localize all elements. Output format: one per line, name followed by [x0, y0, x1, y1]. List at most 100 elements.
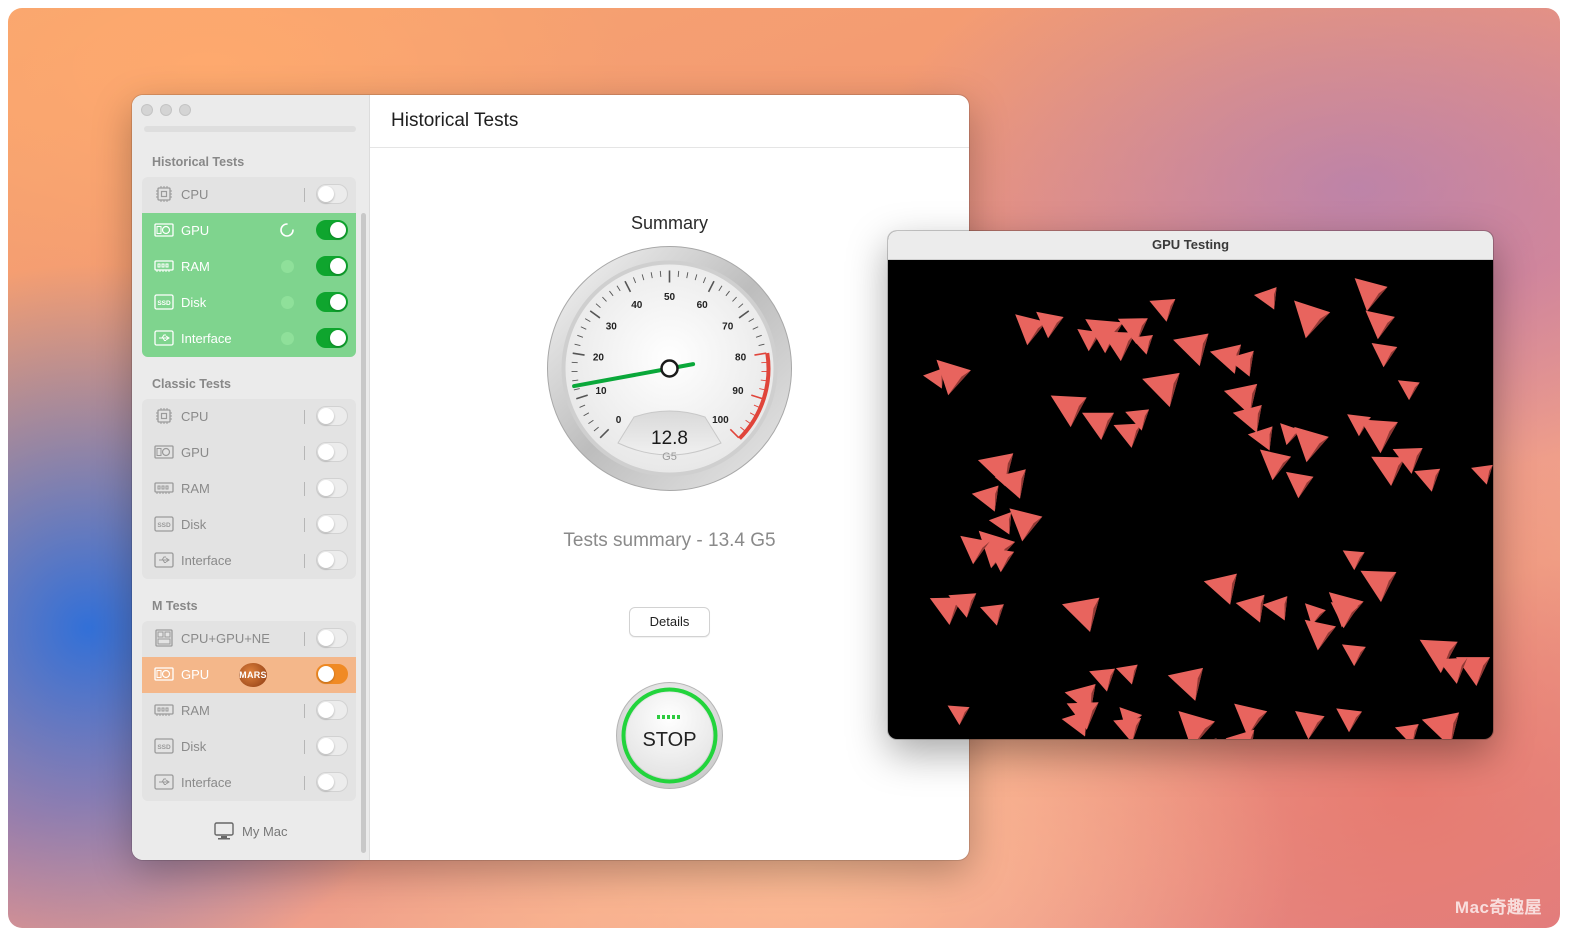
sidebar-item-label: CPU — [181, 187, 209, 202]
item-separator — [304, 188, 305, 202]
sidebar-item-label: Interface — [181, 775, 232, 790]
triangle-face — [1365, 310, 1395, 340]
triangle-face — [1295, 711, 1325, 739]
test-toggle[interactable] — [316, 442, 348, 462]
sidebar-item-ram[interactable]: RAM — [142, 249, 356, 285]
render-triangle — [1050, 395, 1087, 428]
sidebar-item-disk[interactable]: SSD Disk — [142, 507, 356, 543]
gauge-value: 12.8 — [651, 428, 688, 449]
stop-button[interactable] — [615, 681, 724, 790]
triangle-face — [1050, 395, 1087, 428]
test-toggle[interactable] — [316, 406, 348, 426]
triangle-face — [1178, 710, 1215, 739]
test-toggle[interactable] — [316, 700, 348, 720]
sidebar-item-gpu[interactable]: GPU MARS — [142, 657, 356, 693]
test-toggle[interactable] — [316, 478, 348, 498]
triangle-face — [1437, 657, 1468, 684]
cpu-icon — [154, 407, 174, 425]
gauge-hub — [660, 359, 679, 378]
render-triangle — [1336, 708, 1363, 733]
triangle-face — [1173, 333, 1209, 367]
sidebar-item-gpu[interactable]: GPU — [142, 213, 356, 249]
render-triangle — [1414, 468, 1441, 492]
stop-indicator-dots — [657, 715, 682, 719]
sidebar-item-label: RAM — [181, 259, 210, 274]
test-toggle[interactable] — [316, 736, 348, 756]
triangle-face — [1167, 667, 1203, 701]
render-triangle — [1304, 619, 1336, 651]
test-toggle[interactable] — [316, 550, 348, 570]
triangle-face — [1262, 596, 1288, 621]
test-toggle[interactable] — [316, 772, 348, 792]
render-triangle — [971, 485, 999, 512]
sidebar-item-ram[interactable]: RAM — [142, 693, 356, 729]
render-triangle — [1371, 456, 1406, 487]
triangle-face — [1142, 372, 1180, 408]
sidebar-item-cpu[interactable]: CPU — [142, 177, 356, 213]
ssd-icon: SSD — [154, 515, 174, 533]
gauge-minor-tick — [677, 270, 680, 277]
toggle-knob — [318, 516, 334, 532]
sidebar-item-disk[interactable]: SSD Disk — [142, 729, 356, 765]
triangle-face — [1082, 412, 1114, 440]
render-triangle — [1178, 710, 1215, 739]
minimize-button[interactable] — [160, 104, 172, 116]
toggle-knob — [318, 666, 334, 682]
sidebar-item-cpu-gpu-ne[interactable]: CPU+GPU+NE — [142, 621, 356, 657]
test-toggle[interactable] — [316, 220, 348, 240]
gauge-tick-label: 0 — [616, 415, 622, 426]
gauge-unit: G5 — [662, 451, 677, 463]
triangle-face — [1113, 423, 1142, 448]
sidebar-item-interface[interactable]: Interface — [142, 321, 356, 357]
toggle-knob — [318, 552, 334, 568]
sidebar-item-ram[interactable]: RAM — [142, 471, 356, 507]
triangle-face — [1421, 712, 1460, 739]
render-triangle — [1061, 597, 1100, 633]
test-toggle[interactable] — [316, 256, 348, 276]
triangle-face — [1235, 594, 1265, 623]
triangle-shadow-face — [1210, 738, 1217, 739]
test-toggle[interactable] — [316, 292, 348, 312]
toggle-knob — [318, 738, 334, 754]
summary-heading: Summary — [630, 213, 708, 233]
toggle-knob — [318, 702, 334, 718]
sidebar-item-disk[interactable]: SSD Disk — [142, 285, 356, 321]
sidebar-item-interface[interactable]: Interface — [142, 543, 356, 579]
toggle-knob — [330, 294, 346, 310]
render-triangle — [947, 705, 970, 726]
triangle-face — [971, 485, 999, 512]
sidebar-item-label: Disk — [181, 517, 207, 532]
toggle-knob — [318, 774, 334, 790]
triangle-face — [1471, 464, 1493, 485]
render-triangle — [1354, 278, 1388, 312]
usb-icon — [154, 773, 174, 791]
sidebar-item-cpu[interactable]: CPU — [142, 399, 356, 435]
zoom-button[interactable] — [179, 104, 191, 116]
toggle-knob — [318, 186, 334, 202]
gauge-tick-label: 60 — [697, 300, 709, 311]
gauge-tick-label: 100 — [712, 415, 729, 426]
details-button[interactable]: Details — [629, 607, 710, 637]
score-gauge: 0 10 20 30 40 50 60 70 80 90 100 12.8 G5 — [547, 246, 792, 491]
sidebar-item-interface[interactable]: Interface — [142, 765, 356, 801]
triangle-face — [1336, 708, 1363, 733]
item-separator — [304, 704, 305, 718]
render-triangle — [1342, 550, 1365, 571]
title-divider — [370, 147, 969, 148]
render-triangle — [1115, 664, 1138, 685]
gpu-window-titlebar[interactable]: GPU Testing — [888, 231, 1493, 260]
test-toggle[interactable] — [316, 628, 348, 648]
test-toggle[interactable] — [316, 328, 348, 348]
watermark: Mac奇趣屋 — [1454, 898, 1542, 917]
test-toggle[interactable] — [316, 664, 348, 684]
triangle-face — [1115, 664, 1138, 685]
sidebar-item-gpu[interactable]: GPU — [142, 435, 356, 471]
test-toggle[interactable] — [316, 514, 348, 534]
ram-icon — [154, 479, 174, 497]
render-triangle — [1167, 667, 1203, 701]
triangle-face — [1280, 423, 1301, 446]
test-toggle[interactable] — [316, 184, 348, 204]
close-button[interactable] — [141, 104, 153, 116]
gpu-testing-window: GPU Testing — [888, 231, 1493, 739]
sidebar-scrollbar[interactable] — [361, 213, 366, 853]
